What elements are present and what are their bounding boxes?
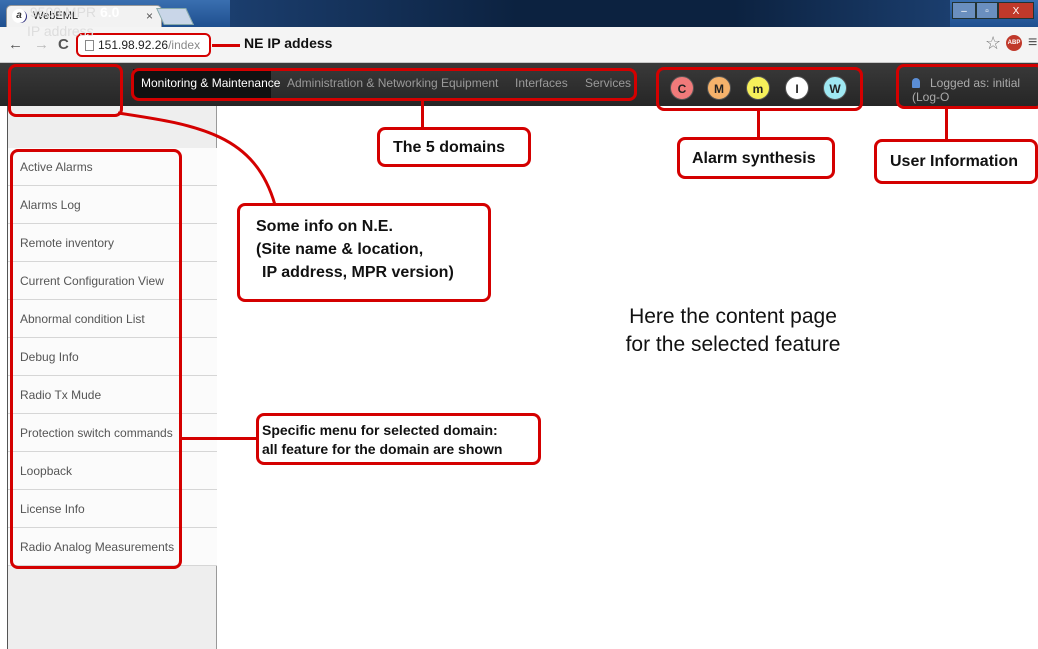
annotation-curve-connector — [117, 111, 277, 206]
annotation-ne-info-callout: Some info on N.E. (Site name & location,… — [237, 203, 491, 302]
annotation-menu-callout: Specific menu for selected domain: all f… — [256, 413, 541, 465]
annotation-menu-line-1: Specific menu for selected domain: — [262, 422, 498, 438]
annotation-menu-line-2: all feature for the domain are shown — [262, 441, 503, 457]
annotation-ne-info-line-1: Some info on N.E. — [256, 218, 393, 235]
annotation-ne-info-line-3: IP address, MPR version) — [262, 264, 454, 281]
annotation-connector — [182, 437, 258, 440]
annotation-ne-info-line-2: (Site name & location, — [256, 241, 424, 258]
